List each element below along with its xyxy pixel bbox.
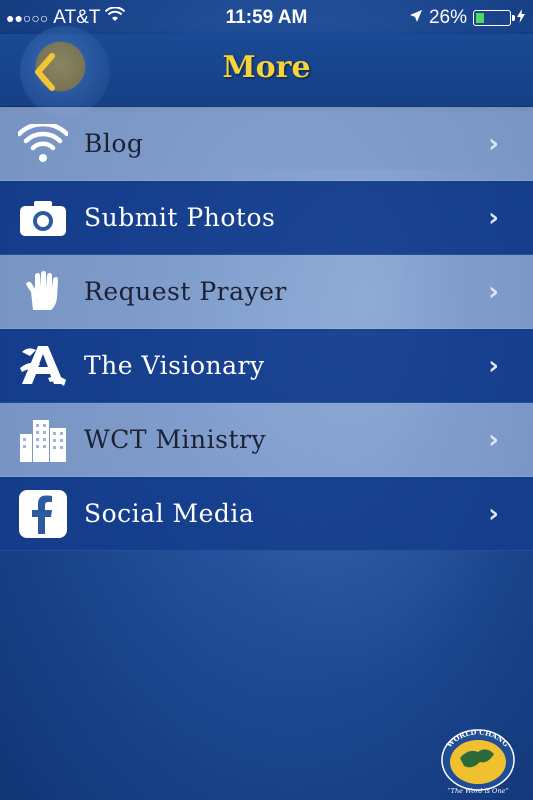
chevron-right-icon: › (488, 202, 499, 233)
menu-item-label: Social Media (84, 499, 255, 528)
buildings-icon (18, 418, 68, 462)
menu-list: Blog › Submit Photos › Request Prayer › (0, 107, 533, 551)
menu-item-submit-photos[interactable]: Submit Photos › (0, 181, 533, 255)
chevron-right-icon: › (488, 128, 499, 159)
menu-item-the-visionary[interactable]: The Visionary › (0, 329, 533, 403)
battery-level-fill (476, 13, 485, 23)
menu-item-request-prayer[interactable]: Request Prayer › (0, 255, 533, 329)
menu-item-label: WCT Ministry (84, 425, 267, 454)
menu-item-wct-ministry[interactable]: WCT Ministry › (0, 403, 533, 477)
menu-item-label: Request Prayer (84, 277, 287, 306)
battery-percent: 26% (428, 7, 467, 28)
chevron-right-icon: › (488, 498, 499, 529)
camera-icon (18, 196, 68, 240)
location-arrow-icon (409, 7, 423, 29)
menu-item-social-media[interactable]: Social Media › (0, 477, 533, 551)
navigation-bar: More (0, 26, 533, 116)
chevron-right-icon: › (488, 424, 499, 455)
letter-a-icon (18, 344, 68, 388)
world-changes-tabernacle-seal: WORLD CHANGES TABERNACLE “The Word is On… (426, 711, 526, 796)
facebook-icon (18, 489, 68, 538)
charging-bolt-icon (517, 7, 525, 29)
menu-item-blog[interactable]: Blog › (0, 107, 533, 181)
menu-item-label: Blog (84, 129, 144, 158)
chevron-right-icon: › (488, 276, 499, 307)
status-right: 26% (409, 7, 525, 29)
chevron-right-icon: › (488, 350, 499, 381)
menu-item-label: The Visionary (84, 351, 265, 380)
wifi-icon (18, 122, 68, 166)
hand-icon (18, 270, 68, 314)
seal-motto: “The Word is One” (447, 787, 508, 795)
page-title: More (222, 50, 311, 85)
battery-icon (473, 10, 515, 26)
menu-item-label: Submit Photos (84, 203, 276, 232)
